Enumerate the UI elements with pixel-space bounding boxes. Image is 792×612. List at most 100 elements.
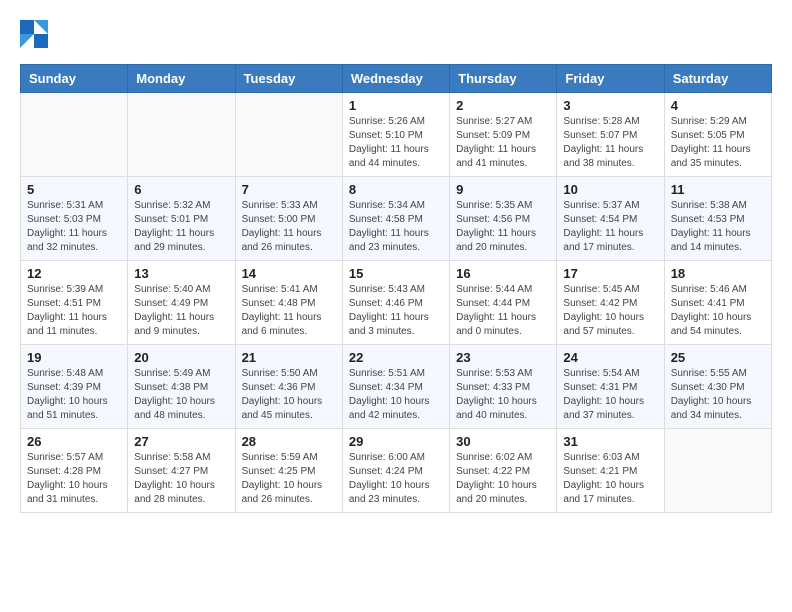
day-number: 28 (242, 434, 336, 449)
day-number: 6 (134, 182, 228, 197)
calendar-cell: 3 Sunrise: 5:28 AM Sunset: 5:07 PM Daylig… (557, 93, 664, 177)
day-info: Sunrise: 5:28 AM Sunset: 5:07 PM Dayligh… (563, 115, 657, 171)
day-info: Sunrise: 5:35 AM Sunset: 4:56 PM Dayligh… (456, 199, 550, 255)
calendar-cell: 23 Sunrise: 5:53 AM Sunset: 4:33 PM Dayli… (450, 345, 557, 429)
calendar-cell: 26Sunrise: 5:57 AM Sunset: 4:28 PM Dayli… (21, 429, 128, 513)
page-header (20, 20, 772, 48)
calendar-cell: 22 Sunrise: 5:51 AM Sunset: 4:34 PM Dayli… (342, 345, 449, 429)
day-info: Sunrise: 6:02 AM Sunset: 4:22 PM Dayligh… (456, 451, 550, 507)
weekday-header-friday: Friday (557, 65, 664, 93)
calendar-week-row: 12Sunrise: 5:39 AM Sunset: 4:51 PM Dayli… (21, 261, 772, 345)
calendar-cell: 14Sunrise: 5:41 AM Sunset: 4:48 PM Dayli… (235, 261, 342, 345)
calendar-cell: 12Sunrise: 5:39 AM Sunset: 4:51 PM Dayli… (21, 261, 128, 345)
day-info: Sunrise: 5:34 AM Sunset: 4:58 PM Dayligh… (349, 199, 443, 255)
day-info: Sunrise: 5:43 AM Sunset: 4:46 PM Dayligh… (349, 283, 443, 339)
day-number: 9 (456, 182, 550, 197)
calendar-cell: 5 Sunrise: 5:31 AM Sunset: 5:03 PM Daylig… (21, 177, 128, 261)
weekday-header-monday: Monday (128, 65, 235, 93)
day-number: 25 (671, 350, 765, 365)
day-number: 22 (349, 350, 443, 365)
calendar-cell: 20Sunrise: 5:49 AM Sunset: 4:38 PM Dayli… (128, 345, 235, 429)
calendar-cell: 25Sunrise: 5:55 AM Sunset: 4:30 PM Dayli… (664, 345, 771, 429)
calendar-cell: 1 Sunrise: 5:26 AM Sunset: 5:10 PM Daylig… (342, 93, 449, 177)
day-number: 20 (134, 350, 228, 365)
calendar-cell: 11 Sunrise: 5:38 AM Sunset: 4:53 PM Dayli… (664, 177, 771, 261)
calendar-week-row: 26Sunrise: 5:57 AM Sunset: 4:28 PM Dayli… (21, 429, 772, 513)
day-info: Sunrise: 5:40 AM Sunset: 4:49 PM Dayligh… (134, 283, 228, 339)
day-info: Sunrise: 5:57 AM Sunset: 4:28 PM Dayligh… (27, 451, 121, 507)
day-info: Sunrise: 5:51 AM Sunset: 4:34 PM Dayligh… (349, 367, 443, 423)
day-number: 8 (349, 182, 443, 197)
day-info: Sunrise: 5:59 AM Sunset: 4:25 PM Dayligh… (242, 451, 336, 507)
day-number: 27 (134, 434, 228, 449)
day-info: Sunrise: 5:53 AM Sunset: 4:33 PM Dayligh… (456, 367, 550, 423)
weekday-header-tuesday: Tuesday (235, 65, 342, 93)
calendar-cell: 6 Sunrise: 5:32 AM Sunset: 5:01 PM Daylig… (128, 177, 235, 261)
day-info: Sunrise: 5:33 AM Sunset: 5:00 PM Dayligh… (242, 199, 336, 255)
calendar-cell: 29 Sunrise: 6:00 AM Sunset: 4:24 PM Dayli… (342, 429, 449, 513)
day-info: Sunrise: 5:50 AM Sunset: 4:36 PM Dayligh… (242, 367, 336, 423)
calendar-week-row: 5 Sunrise: 5:31 AM Sunset: 5:03 PM Daylig… (21, 177, 772, 261)
day-info: Sunrise: 5:48 AM Sunset: 4:39 PM Dayligh… (27, 367, 121, 423)
calendar-week-row: 1 Sunrise: 5:26 AM Sunset: 5:10 PM Daylig… (21, 93, 772, 177)
day-number: 10 (563, 182, 657, 197)
day-number: 4 (671, 98, 765, 113)
day-info: Sunrise: 6:00 AM Sunset: 4:24 PM Dayligh… (349, 451, 443, 507)
calendar-cell (664, 429, 771, 513)
calendar-cell (128, 93, 235, 177)
day-number: 2 (456, 98, 550, 113)
calendar-cell: 15 Sunrise: 5:43 AM Sunset: 4:46 PM Dayli… (342, 261, 449, 345)
day-info: Sunrise: 5:26 AM Sunset: 5:10 PM Dayligh… (349, 115, 443, 171)
day-info: Sunrise: 5:45 AM Sunset: 4:42 PM Dayligh… (563, 283, 657, 339)
weekday-header-sunday: Sunday (21, 65, 128, 93)
day-info: Sunrise: 5:31 AM Sunset: 5:03 PM Dayligh… (27, 199, 121, 255)
day-info: Sunrise: 5:44 AM Sunset: 4:44 PM Dayligh… (456, 283, 550, 339)
calendar-week-row: 19Sunrise: 5:48 AM Sunset: 4:39 PM Dayli… (21, 345, 772, 429)
day-info: Sunrise: 5:27 AM Sunset: 5:09 PM Dayligh… (456, 115, 550, 171)
calendar-cell: 18 Sunrise: 5:46 AM Sunset: 4:41 PM Dayli… (664, 261, 771, 345)
day-number: 11 (671, 182, 765, 197)
day-info: Sunrise: 5:39 AM Sunset: 4:51 PM Dayligh… (27, 283, 121, 339)
calendar-cell: 19Sunrise: 5:48 AM Sunset: 4:39 PM Dayli… (21, 345, 128, 429)
logo (20, 20, 52, 48)
calendar-cell: 2 Sunrise: 5:27 AM Sunset: 5:09 PM Daylig… (450, 93, 557, 177)
day-number: 18 (671, 266, 765, 281)
calendar-cell: 16 Sunrise: 5:44 AM Sunset: 4:44 PM Dayli… (450, 261, 557, 345)
day-number: 1 (349, 98, 443, 113)
day-info: Sunrise: 5:32 AM Sunset: 5:01 PM Dayligh… (134, 199, 228, 255)
calendar-cell: 9 Sunrise: 5:35 AM Sunset: 4:56 PM Daylig… (450, 177, 557, 261)
day-number: 5 (27, 182, 121, 197)
day-number: 16 (456, 266, 550, 281)
weekday-header-saturday: Saturday (664, 65, 771, 93)
calendar-cell: 8 Sunrise: 5:34 AM Sunset: 4:58 PM Daylig… (342, 177, 449, 261)
weekday-header-wednesday: Wednesday (342, 65, 449, 93)
calendar-cell: 21Sunrise: 5:50 AM Sunset: 4:36 PM Dayli… (235, 345, 342, 429)
calendar-cell: 13 Sunrise: 5:40 AM Sunset: 4:49 PM Dayli… (128, 261, 235, 345)
day-number: 17 (563, 266, 657, 281)
calendar-cell (235, 93, 342, 177)
calendar-cell: 17 Sunrise: 5:45 AM Sunset: 4:42 PM Dayli… (557, 261, 664, 345)
calendar-table: SundayMondayTuesdayWednesdayThursdayFrid… (20, 64, 772, 513)
calendar-cell: 27Sunrise: 5:58 AM Sunset: 4:27 PM Dayli… (128, 429, 235, 513)
day-number: 29 (349, 434, 443, 449)
calendar-cell: 28 Sunrise: 5:59 AM Sunset: 4:25 PM Dayli… (235, 429, 342, 513)
weekday-header-thursday: Thursday (450, 65, 557, 93)
day-info: Sunrise: 6:03 AM Sunset: 4:21 PM Dayligh… (563, 451, 657, 507)
day-number: 7 (242, 182, 336, 197)
day-info: Sunrise: 5:46 AM Sunset: 4:41 PM Dayligh… (671, 283, 765, 339)
day-info: Sunrise: 5:29 AM Sunset: 5:05 PM Dayligh… (671, 115, 765, 171)
day-number: 13 (134, 266, 228, 281)
calendar-cell: 30 Sunrise: 6:02 AM Sunset: 4:22 PM Dayli… (450, 429, 557, 513)
calendar-cell: 24 Sunrise: 5:54 AM Sunset: 4:31 PM Dayli… (557, 345, 664, 429)
calendar-header-row: SundayMondayTuesdayWednesdayThursdayFrid… (21, 65, 772, 93)
day-number: 23 (456, 350, 550, 365)
day-number: 14 (242, 266, 336, 281)
day-info: Sunrise: 5:37 AM Sunset: 4:54 PM Dayligh… (563, 199, 657, 255)
day-number: 15 (349, 266, 443, 281)
day-number: 24 (563, 350, 657, 365)
day-number: 3 (563, 98, 657, 113)
calendar-cell: 10 Sunrise: 5:37 AM Sunset: 4:54 PM Dayli… (557, 177, 664, 261)
day-info: Sunrise: 5:54 AM Sunset: 4:31 PM Dayligh… (563, 367, 657, 423)
day-number: 30 (456, 434, 550, 449)
day-info: Sunrise: 5:38 AM Sunset: 4:53 PM Dayligh… (671, 199, 765, 255)
